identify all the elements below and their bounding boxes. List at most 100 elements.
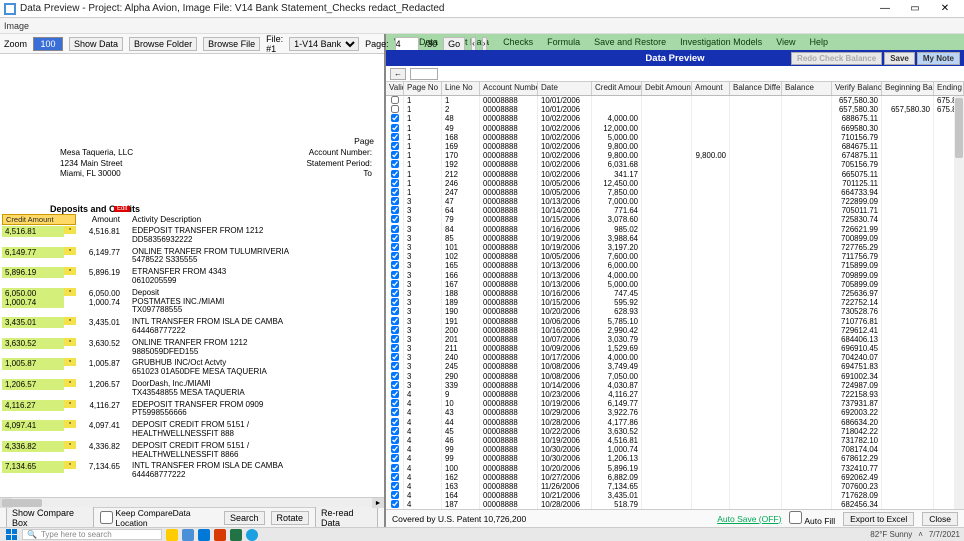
start-button[interactable] (4, 529, 18, 541)
menu-formula[interactable]: Formula (547, 37, 580, 47)
valid-checkbox[interactable] (386, 445, 404, 454)
valid-checkbox[interactable] (386, 124, 404, 133)
deposit-row[interactable]: 5,896.19▫5,896.19ETRANSFER FROM 4343 061… (2, 267, 378, 287)
valid-input[interactable] (391, 335, 399, 343)
zoom-input[interactable] (33, 37, 63, 51)
valid-input[interactable] (391, 436, 399, 444)
left-hscrollbar[interactable]: ◄ ► (0, 497, 384, 507)
browse-folder-button[interactable]: Browse Folder (129, 37, 197, 51)
taskbar-app-icon[interactable] (230, 529, 242, 541)
valid-input[interactable] (391, 252, 399, 260)
reread-button[interactable]: Re-read Data (315, 506, 378, 530)
menu-view[interactable]: View (776, 37, 795, 47)
grid-row[interactable]: 3850000888810/19/20063,988.64700899.09 (386, 234, 964, 243)
weather-widget[interactable]: 82°F Sunny (870, 530, 912, 539)
valid-input[interactable] (391, 225, 399, 233)
rotate-button[interactable]: Rotate (271, 511, 310, 525)
grid-row[interactable]: 33390000888810/14/20064,030.87724987.09 (386, 381, 964, 390)
grid-row[interactable]: 490000888810/23/20064,116.27722158.93 (386, 390, 964, 399)
valid-checkbox[interactable] (386, 280, 404, 289)
deposit-row[interactable]: 4,116.27▫4,116.27EDEPOSIT TRANSFER FROM … (2, 400, 378, 420)
grid-row[interactable]: 31650000888810/13/20066,000.00715899.09 (386, 261, 964, 270)
row-marker-icon[interactable]: ▫ (64, 379, 76, 387)
credit-amount-cell[interactable]: 4,116.27 (2, 400, 64, 411)
grid-row[interactable]: 31670000888810/13/20065,000.00705899.09 (386, 280, 964, 289)
valid-input[interactable] (391, 381, 399, 389)
grid-row[interactable]: 120000888810/01/2006657,580.30657,580.30… (386, 105, 964, 114)
grid-col-date[interactable]: Date (538, 82, 592, 95)
valid-checkbox[interactable] (386, 215, 404, 224)
valid-checkbox[interactable] (386, 271, 404, 280)
taskbar-app-icon[interactable] (166, 529, 178, 541)
valid-checkbox[interactable] (386, 372, 404, 381)
grid-col-balance-differen-[interactable]: Balance Differen… (730, 82, 782, 95)
deposit-row[interactable]: 6,050.00 1,000.74▫6,050.00 1,000.74Depos… (2, 288, 378, 316)
grid-col-beginning-balan-[interactable]: Beginning Balan… (882, 82, 934, 95)
grid-row[interactable]: 4460000888810/19/20064,516.81731782.10 (386, 436, 964, 445)
grid-col-valid[interactable]: Valid (386, 82, 404, 95)
credit-amount-cell[interactable]: 4,336.82 (2, 441, 64, 452)
grid-vscrollbar[interactable] (954, 96, 964, 509)
valid-checkbox[interactable] (386, 151, 404, 160)
grid-col-account-number[interactable]: Account Number (480, 82, 538, 95)
valid-input[interactable] (391, 353, 399, 361)
valid-input[interactable] (391, 160, 399, 168)
row-marker-icon[interactable]: ▫ (64, 358, 76, 366)
credit-amount-cell[interactable]: 4,097.41 (2, 420, 64, 431)
valid-checkbox[interactable] (386, 114, 404, 123)
keep-location-input[interactable] (100, 511, 113, 524)
valid-checkbox[interactable] (386, 344, 404, 353)
taskbar-edge-icon[interactable] (246, 529, 258, 541)
deposit-row[interactable]: 4,336.82▫4,336.82DEPOSIT CREDIT FROM 515… (2, 441, 378, 461)
file-select[interactable]: 1-V14 Bank Sta… (289, 37, 359, 51)
grid-row[interactable]: 41620000888810/27/20066,882.09692062.49 (386, 473, 964, 482)
valid-input[interactable] (391, 500, 399, 508)
credit-amount-cell[interactable]: 5,896.19 (2, 267, 64, 278)
grid-row[interactable]: 11920000888810/02/20066,031.68705156.79 (386, 160, 964, 169)
valid-checkbox[interactable] (386, 454, 404, 463)
grid-row[interactable]: 41640000888810/21/20063,435.01717628.09 (386, 491, 964, 500)
valid-checkbox[interactable] (386, 96, 404, 105)
vscroll-thumb[interactable] (955, 98, 963, 158)
valid-input[interactable] (391, 418, 399, 426)
credit-amount-cell[interactable]: 7,134.65 (2, 461, 64, 472)
menu-investigation-models[interactable]: Investigation Models (680, 37, 762, 47)
scroll-right-icon[interactable]: ► (372, 498, 384, 508)
valid-input[interactable] (391, 491, 399, 499)
valid-input[interactable] (391, 114, 399, 122)
menu-image[interactable]: Image (4, 21, 29, 31)
deposit-row[interactable]: 1,005.87▫1,005.87GRUBHUB INC/Oct Actvty … (2, 358, 378, 378)
browse-file-button[interactable]: Browse File (203, 37, 260, 51)
valid-input[interactable] (391, 482, 399, 490)
deposit-row[interactable]: 6,149.77▫6,149.77ONLINE TRANFER FROM TUL… (2, 247, 378, 267)
row-marker-icon[interactable]: ▫ (64, 226, 76, 234)
valid-input[interactable] (391, 197, 399, 205)
search-button[interactable]: Search (224, 511, 265, 525)
valid-input[interactable] (391, 399, 399, 407)
valid-input[interactable] (391, 298, 399, 306)
taskbar-app-icon[interactable] (214, 529, 226, 541)
valid-checkbox[interactable] (386, 491, 404, 500)
credit-amount-cell[interactable]: 6,050.00 1,000.74 (2, 288, 64, 308)
valid-input[interactable] (391, 445, 399, 453)
row-marker-icon[interactable]: ▫ (64, 247, 76, 255)
grid-row[interactable]: 12460000888810/05/200612,450.00701125.11 (386, 179, 964, 188)
grid-row[interactable]: 41870000888810/28/2006518.79682456.34 (386, 500, 964, 509)
valid-checkbox[interactable] (386, 482, 404, 491)
valid-checkbox[interactable] (386, 298, 404, 307)
valid-checkbox[interactable] (386, 317, 404, 326)
valid-input[interactable] (391, 344, 399, 352)
valid-checkbox[interactable] (386, 261, 404, 270)
grid-row[interactable]: 1490000888810/02/200612,000.00669580.30 (386, 124, 964, 133)
valid-checkbox[interactable] (386, 381, 404, 390)
credit-amount-cell[interactable]: 1,005.87 (2, 358, 64, 369)
grid-row[interactable]: 32010000888810/07/20063,030.79684406.13 (386, 335, 964, 344)
show-compare-button[interactable]: Show Compare Box (6, 506, 94, 530)
grid-row[interactable]: 32000000888810/16/20062,990.42729612.41 (386, 326, 964, 335)
autofill-checkbox[interactable]: Auto Fill (789, 511, 835, 526)
deposit-row[interactable]: 3,630.52▫3,630.52ONLINE TRANFER FROM 121… (2, 338, 378, 358)
credit-amount-cell[interactable]: 3,435.01 (2, 317, 64, 328)
valid-checkbox[interactable] (386, 179, 404, 188)
valid-input[interactable] (391, 317, 399, 325)
grid-row[interactable]: 4990000888810/30/20061,206.13678612.29 (386, 454, 964, 463)
